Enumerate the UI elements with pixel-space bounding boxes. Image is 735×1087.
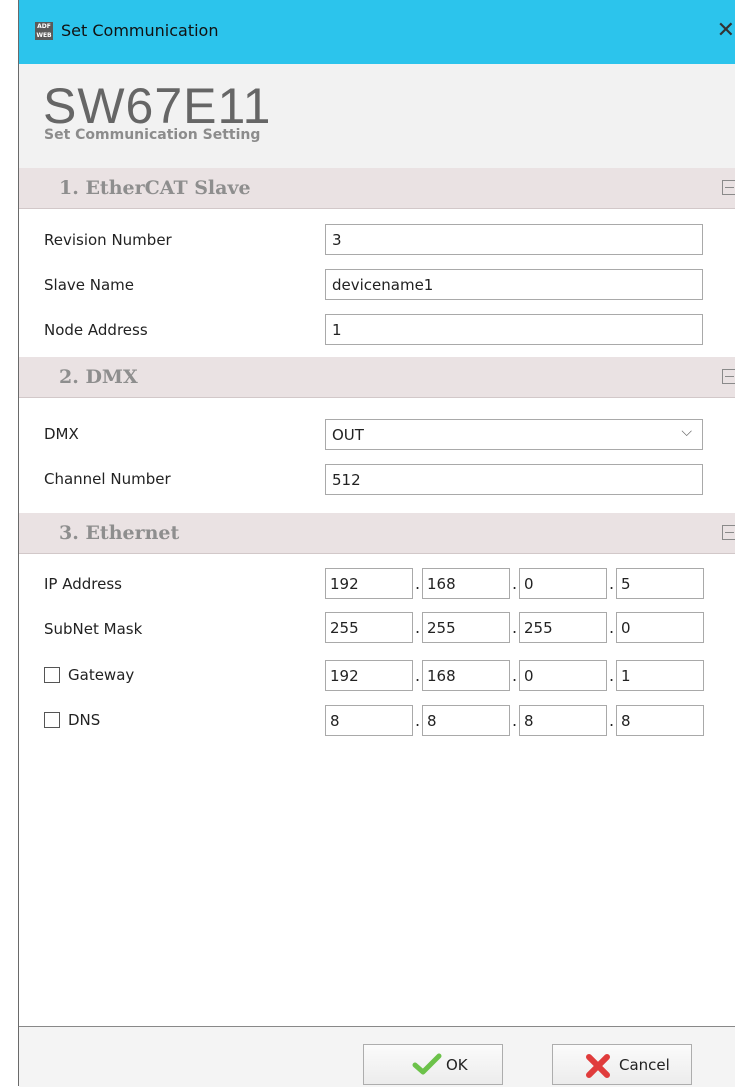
dns-octet-1[interactable]: 8 — [325, 705, 413, 736]
section-ethercat-slave: 1. EtherCAT Slave — [19, 168, 735, 209]
section-title: 3. Ethernet — [59, 522, 180, 544]
subnet-separator: . — [512, 618, 518, 637]
check-icon — [412, 1053, 442, 1075]
dns-label: DNS — [68, 711, 101, 729]
revision-number-input[interactable]: 3 — [325, 224, 703, 255]
ip-octet-2[interactable]: 168 — [422, 568, 510, 599]
dmx-selected-value: OUT — [332, 426, 364, 444]
section-ethernet: 3. Ethernet — [19, 513, 735, 554]
gateway-octet-3[interactable]: 0 — [519, 660, 607, 691]
gateway-separator: . — [609, 666, 615, 685]
cancel-button[interactable]: Cancel — [552, 1044, 692, 1085]
page-subtitle: Set Communication Setting — [44, 127, 261, 143]
dialog-footer: OK Cancel — [19, 1026, 735, 1087]
subnet-octet-2[interactable]: 255 — [422, 612, 510, 643]
ok-label: OK — [446, 1056, 468, 1074]
section-dmx: 2. DMX — [19, 357, 735, 398]
collapse-minus-icon[interactable] — [722, 180, 735, 195]
section-title: 2. DMX — [59, 366, 138, 388]
subnet-octet-3[interactable]: 255 — [519, 612, 607, 643]
title-bar: ADF WEB Set Communication ✕ — [19, 0, 735, 64]
section-title: 1. EtherCAT Slave — [59, 177, 251, 199]
dns-checkbox[interactable] — [44, 712, 60, 728]
page-header: SW67E11 Set Communication Setting — [19, 64, 735, 169]
ip-address-label: IP Address — [44, 575, 122, 593]
dns-octet-4[interactable]: 8 — [616, 705, 704, 736]
dmx-select[interactable]: OUT ⌵ — [325, 419, 703, 450]
gateway-octet-4[interactable]: 1 — [616, 660, 704, 691]
channel-number-input[interactable]: 512 — [325, 464, 703, 495]
subnet-mask-label: SubNet Mask — [44, 620, 143, 638]
dns-separator: . — [415, 711, 421, 730]
chevron-down-icon: ⌵ — [681, 424, 692, 440]
ok-button[interactable]: OK — [363, 1044, 503, 1085]
window-title: Set Communication — [61, 21, 219, 40]
dmx-label: DMX — [44, 425, 79, 443]
revision-number-label: Revision Number — [44, 231, 172, 249]
close-button[interactable]: ✕ — [715, 18, 735, 44]
node-address-label: Node Address — [44, 321, 148, 339]
ip-octet-3[interactable]: 0 — [519, 568, 607, 599]
channel-number-label: Channel Number — [44, 470, 171, 488]
gateway-octet-2[interactable]: 168 — [422, 660, 510, 691]
subnet-separator: . — [609, 618, 615, 637]
slave-name-input[interactable]: devicename1 — [325, 269, 703, 300]
dns-separator: . — [512, 711, 518, 730]
red-x-icon — [586, 1054, 610, 1078]
gateway-octet-1[interactable]: 192 — [325, 660, 413, 691]
gateway-separator: . — [512, 666, 518, 685]
dns-octet-3[interactable]: 8 — [519, 705, 607, 736]
ip-separator: . — [415, 574, 421, 593]
ip-octet-1[interactable]: 192 — [325, 568, 413, 599]
ip-separator: . — [609, 574, 615, 593]
gateway-label: Gateway — [68, 666, 135, 684]
subnet-octet-1[interactable]: 255 — [325, 612, 413, 643]
subnet-octet-4[interactable]: 0 — [616, 612, 704, 643]
collapse-minus-icon[interactable] — [722, 369, 735, 384]
gateway-checkbox[interactable] — [44, 667, 60, 683]
slave-name-label: Slave Name — [44, 276, 135, 294]
subnet-separator: . — [415, 618, 421, 637]
dns-octet-2[interactable]: 8 — [422, 705, 510, 736]
set-communication-window: ADF WEB Set Communication ✕ SW67E11 Set … — [18, 0, 735, 1087]
model-name: SW67E11 — [43, 78, 272, 134]
ip-octet-4[interactable]: 5 — [616, 568, 704, 599]
collapse-minus-icon[interactable] — [722, 525, 735, 540]
gateway-separator: . — [415, 666, 421, 685]
ip-separator: . — [512, 574, 518, 593]
app-icon: ADF WEB — [35, 22, 53, 40]
dns-separator: . — [609, 711, 615, 730]
cancel-label: Cancel — [619, 1056, 670, 1074]
node-address-input[interactable]: 1 — [325, 314, 703, 345]
